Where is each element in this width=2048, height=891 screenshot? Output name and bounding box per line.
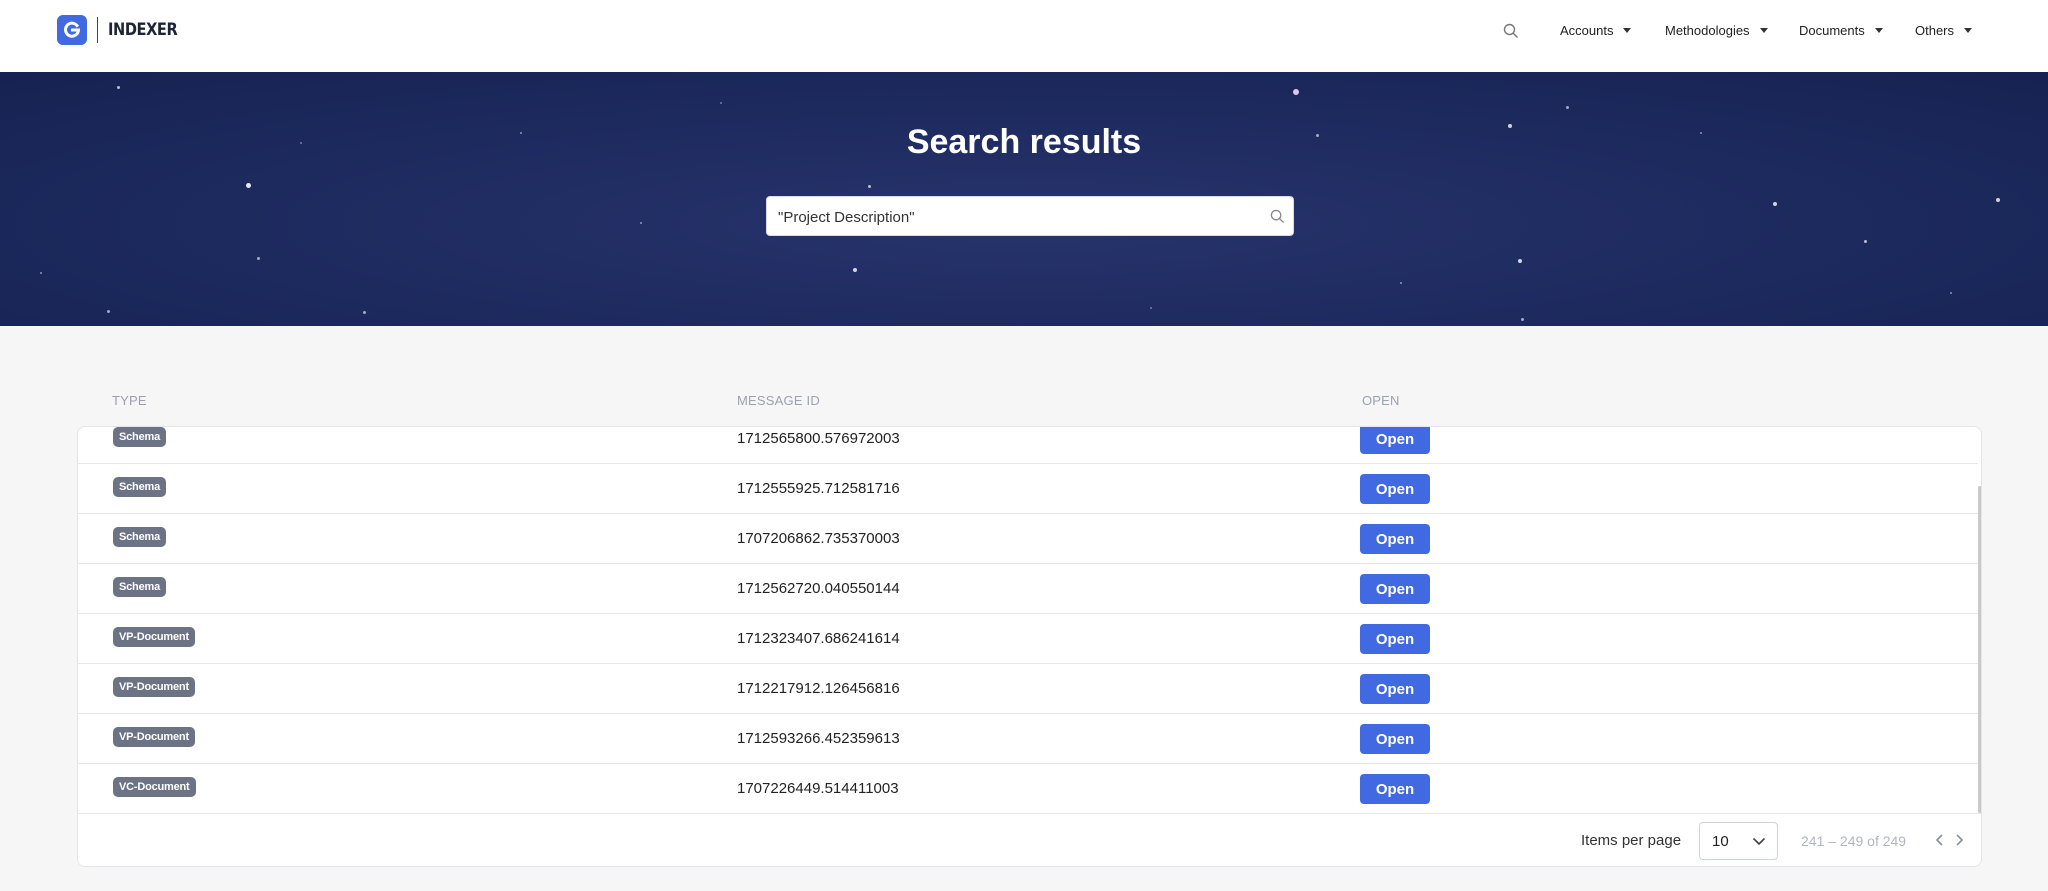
message-id: 1712565800.576972003 [737,430,900,447]
table-row: VC-Document 1707226449.514411003 Open [78,764,1978,814]
footer-divider [78,813,1981,814]
search-icon[interactable] [1270,209,1285,224]
nav-others[interactable]: Others [1915,0,1973,60]
open-button[interactable]: Open [1360,624,1430,654]
caret-down-icon [1759,27,1768,33]
search-input[interactable] [776,197,1260,237]
table-row: Schema 1712555925.712581716 Open [78,464,1978,514]
type-badge: VP-Document [113,677,195,697]
table-row: VP-Document 1712323407.686241614 Open [78,614,1978,664]
pagination-range: 241 – 249 of 249 [1801,833,1907,849]
nav-others-label: Others [1915,22,1955,38]
table-row: VP-Document 1712593266.452359613 Open [78,714,1978,764]
open-button[interactable]: Open [1360,427,1430,454]
page-title: Search results [906,123,1142,161]
message-id: 1712323407.686241614 [737,630,900,647]
nav-accounts-label: Accounts [1560,22,1614,38]
search-field[interactable] [766,196,1294,237]
message-id: 1707226449.514411003 [737,780,899,797]
scrollbar-thumb[interactable] [1978,486,1981,813]
message-id: 1707206862.735370003 [737,530,900,547]
open-button[interactable]: Open [1360,524,1430,554]
type-badge: VP-Document [113,627,195,647]
table-row: Schema 1707206862.735370003 Open [78,514,1978,564]
results-table: Schema 1712565800.576972003 Open Schema … [77,426,1982,867]
logo-divider [97,17,98,43]
table-row: Schema 1712562720.040550144 Open [78,564,1978,614]
type-badge: Schema [113,527,166,547]
top-navbar: INDEXER Accounts Methodologies Documents… [0,0,2048,72]
type-badge: Schema [113,577,166,597]
table-row: VP-Document 1712217912.126456816 Open [78,664,1978,714]
app-logo[interactable]: INDEXER [57,15,189,45]
items-per-page-value: 10 [1712,833,1729,850]
message-id: 1712562720.040550144 [737,580,900,597]
chevron-down-icon [1752,837,1766,846]
logo-mark-icon [57,15,87,45]
type-badge: Schema [113,477,166,497]
nav-accounts[interactable]: Accounts [1560,0,1632,60]
nav-documents-label: Documents [1799,22,1865,38]
type-badge: Schema [113,427,166,447]
logo-text: INDEXER [108,20,178,40]
hero-banner: Search results [0,72,2048,326]
column-header-message-id: MESSAGE ID [737,393,820,408]
message-id: 1712217912.126456816 [737,680,900,697]
open-button[interactable]: Open [1360,774,1430,804]
type-badge: VP-Document [113,727,195,747]
open-button[interactable]: Open [1360,574,1430,604]
open-button[interactable]: Open [1360,674,1430,704]
column-header-type: TYPE [112,393,147,408]
message-id: 1712555925.712581716 [737,480,900,497]
chevron-right-icon[interactable] [1953,833,1965,847]
table-row: Schema 1712565800.576972003 Open [78,427,1978,464]
items-per-page-label: Items per page [1581,832,1682,849]
open-button[interactable]: Open [1360,724,1430,754]
type-badge: VC-Document [113,777,196,797]
column-header-open: OPEN [1362,393,1400,408]
nav-methodologies-label: Methodologies [1665,22,1750,38]
caret-down-icon [1874,27,1883,33]
search-icon[interactable] [1503,23,1519,39]
nav-methodologies[interactable]: Methodologies [1665,0,1768,60]
message-id: 1712593266.452359613 [737,730,900,747]
nav-documents[interactable]: Documents [1799,0,1883,60]
open-button[interactable]: Open [1360,474,1430,504]
items-per-page-select[interactable]: 10 [1699,822,1778,860]
chevron-left-icon[interactable] [1934,833,1946,847]
results-list[interactable]: Schema 1712565800.576972003 Open Schema … [78,427,1978,814]
caret-down-icon [1623,27,1632,33]
caret-down-icon [1964,27,1973,33]
